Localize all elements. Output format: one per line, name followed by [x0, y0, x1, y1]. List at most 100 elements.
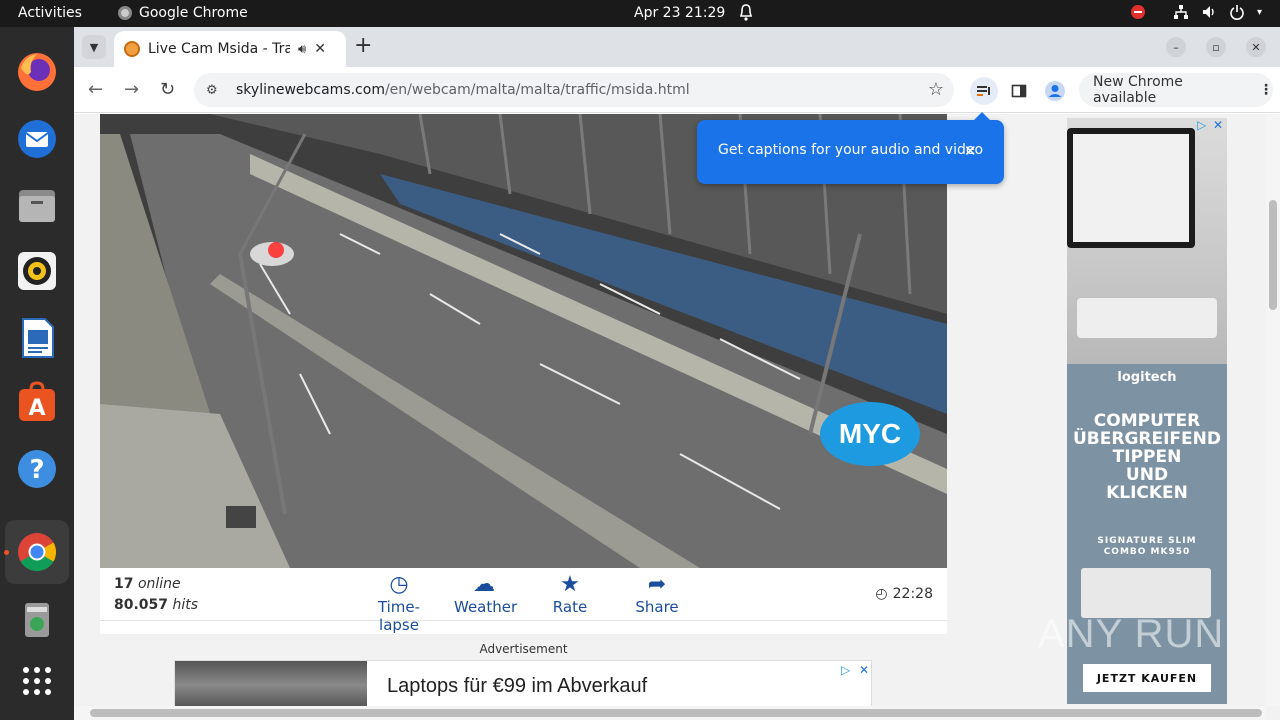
- adchoices-icon[interactable]: ▷: [1197, 118, 1206, 132]
- anyrun-watermark: ANY RUN: [1038, 612, 1225, 656]
- vertical-scrollbar[interactable]: [1266, 114, 1280, 706]
- close-tab-icon[interactable]: ✕: [314, 41, 326, 57]
- power-icon: [1230, 5, 1244, 20]
- side-panel-icon[interactable]: [1005, 77, 1033, 105]
- hits-count: 80.057: [114, 597, 169, 613]
- hits-label: hits: [172, 597, 199, 613]
- online-label: online: [137, 576, 181, 592]
- timelapse-icon: ◷: [389, 572, 409, 597]
- live-caption-popup: Get captions for your audio and video ✕: [697, 112, 1004, 184]
- ad-headline: COMPUTER ÜBERGREIFEND TIPPEN UND KLICKEN: [1067, 412, 1227, 502]
- svg-text:A: A: [28, 396, 45, 421]
- app-menu[interactable]: Google Chrome: [118, 5, 248, 21]
- desk-photo: [1067, 118, 1227, 364]
- site-info-icon[interactable]: ⚙︎: [206, 83, 222, 98]
- timelapse-button[interactable]: ◷ Time-lapse: [361, 572, 437, 634]
- ad-close-icon[interactable]: ✕: [859, 663, 869, 677]
- time-value: 22:28: [892, 586, 933, 602]
- new-tab-button[interactable]: +: [354, 35, 372, 57]
- rate-label: Rate: [552, 598, 588, 616]
- star-icon: ★: [560, 572, 580, 597]
- thunderbird-icon[interactable]: [13, 115, 61, 163]
- online-count: 17: [114, 576, 134, 592]
- forward-button[interactable]: →: [124, 79, 139, 100]
- adchoices-icon[interactable]: ▷: [841, 663, 850, 677]
- popup-text: Get captions for your audio and video: [718, 142, 984, 158]
- horizontal-scrollbar[interactable]: [74, 706, 1266, 720]
- network-icon: [1173, 5, 1188, 19]
- apps-grid-icon[interactable]: [13, 657, 61, 705]
- tray-menu-icon[interactable]: ▾: [1257, 7, 1262, 18]
- scrollbar-thumb[interactable]: [90, 709, 1262, 717]
- tab-active[interactable]: Live Cam Msida - Traffi 🔊︎ ✕: [114, 31, 346, 67]
- profile-icon[interactable]: [1041, 77, 1069, 105]
- ad-brand: logitech: [1117, 370, 1177, 385]
- hits-stat: 80.057 hits: [114, 597, 198, 613]
- headline-line: ÜBERGREIFEND: [1072, 429, 1221, 449]
- reload-button[interactable]: ↻: [160, 79, 175, 100]
- rhythmbox-icon[interactable]: [13, 247, 61, 295]
- popup-close-icon[interactable]: ✕: [964, 142, 977, 160]
- keyboard-product-image: [1081, 568, 1211, 618]
- tab-search-button[interactable]: ▼: [82, 35, 106, 59]
- online-stat: 17 online: [114, 576, 181, 592]
- favicon-icon: [124, 41, 140, 57]
- new-chrome-available-button[interactable]: New Chrome available ⋮: [1079, 73, 1273, 107]
- close-window-button[interactable]: ✕: [1246, 37, 1266, 57]
- keyboard-image: [1077, 298, 1217, 338]
- share-label: Share: [635, 598, 679, 616]
- url-path: /en/webcam/malta/malta/traffic/msida.htm…: [384, 82, 690, 98]
- trash-icon[interactable]: [13, 595, 61, 643]
- ad-close-icon[interactable]: ✕: [1213, 118, 1223, 132]
- scrollbar-thumb[interactable]: [1269, 200, 1277, 310]
- share-button[interactable]: ➦ Share: [635, 572, 679, 616]
- tab-strip: ▼ Live Cam Msida - Traffi 🔊︎ ✕ + – ▫ ✕: [74, 27, 1280, 67]
- timelapse-label: Time-lapse: [377, 598, 421, 634]
- svg-text:?: ?: [29, 455, 44, 485]
- myc-logo: MYC: [820, 402, 920, 466]
- browser-toolbar: ← → ↻ ⚙︎ skylinewebcams.com/en/webcam/ma…: [74, 67, 1280, 113]
- kebab-menu-icon[interactable]: ⋮: [1259, 82, 1273, 98]
- maximize-button[interactable]: ▫: [1206, 37, 1226, 57]
- weather-icon: ☁︎: [473, 572, 495, 597]
- speaker-icon[interactable]: 🔊︎: [298, 42, 306, 57]
- system-tray[interactable]: ▾: [1130, 4, 1262, 20]
- chevron-down-icon: ▼: [89, 40, 99, 54]
- product-line: COMBO MK950: [1103, 547, 1191, 557]
- chrome-small-icon: [118, 6, 132, 20]
- volume-icon: [1202, 6, 1214, 18]
- minimize-button[interactable]: –: [1166, 37, 1186, 57]
- dock: A ?: [0, 27, 74, 720]
- tab-title: Live Cam Msida - Traffi: [148, 41, 290, 57]
- share-icon: ➦: [647, 572, 667, 597]
- files-icon[interactable]: [13, 182, 61, 230]
- monitor-image: [1067, 128, 1195, 248]
- url-domain: skylinewebcams.com: [236, 82, 385, 98]
- product-name: SIGNATURE SLIM COMBO MK950: [1067, 536, 1227, 558]
- bookmark-star-icon[interactable]: ☆: [928, 79, 944, 100]
- buy-now-button[interactable]: JETZT KAUFEN: [1083, 664, 1211, 692]
- software-icon[interactable]: A: [13, 379, 61, 427]
- clock[interactable]: Apr 23 21:29: [634, 5, 725, 21]
- writer-icon[interactable]: [13, 314, 61, 362]
- weather-button[interactable]: ☁︎ Weather: [454, 572, 518, 616]
- new-chrome-label: New Chrome available: [1093, 74, 1183, 106]
- help-icon[interactable]: ?: [13, 445, 61, 493]
- headline-line: COMPUTER: [1093, 411, 1201, 431]
- headline-line: TIPPEN: [1112, 447, 1182, 467]
- back-button[interactable]: ←: [88, 79, 103, 100]
- webcam-infobar: 17 online 80.057 hits ◷ Time-lapse ☁︎ We…: [100, 568, 947, 634]
- rate-button[interactable]: ★ Rate: [550, 572, 590, 616]
- recording-stop-icon[interactable]: [1130, 5, 1145, 19]
- headline-line: UND: [1125, 465, 1169, 485]
- weather-label: Weather: [454, 598, 518, 616]
- running-indicator: [4, 550, 9, 555]
- chrome-icon[interactable]: [5, 520, 69, 584]
- system-top-bar: Activities Google Chrome Apr 23 21:29 ▾: [0, 0, 1280, 27]
- firefox-icon[interactable]: [13, 48, 61, 96]
- activities-button[interactable]: Activities: [18, 5, 82, 21]
- media-controls-icon[interactable]: [970, 77, 998, 105]
- address-bar[interactable]: ⚙︎ skylinewebcams.com/en/webcam/malta/ma…: [194, 73, 954, 107]
- bell-icon[interactable]: [738, 3, 754, 23]
- ad-headline: Laptops für €99 im Abverkauf: [387, 675, 648, 697]
